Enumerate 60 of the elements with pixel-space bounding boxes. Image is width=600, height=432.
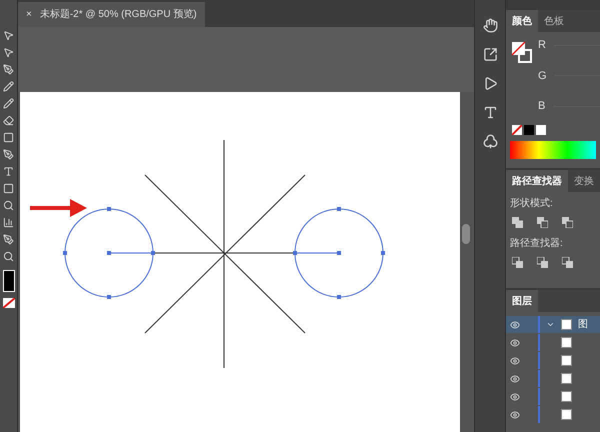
layer-thumbnail <box>561 373 572 384</box>
type-icon[interactable] <box>482 105 498 120</box>
section-label: 路径查找器: <box>509 236 564 251</box>
document-title: 未标题-2* @ 50% (RGB/GPU 预览) <box>40 8 197 22</box>
fill-stroke-swatch[interactable] <box>2 270 14 292</box>
eye-icon[interactable] <box>510 338 520 348</box>
layer-thumbnail <box>561 391 572 402</box>
panel-tab[interactable]: 颜色 <box>506 10 538 32</box>
panel-tab[interactable]: 图层 <box>506 290 538 312</box>
play-icon[interactable] <box>482 76 498 91</box>
layer-name: 图 <box>578 318 588 332</box>
tool-icon[interactable] <box>3 251 14 262</box>
pathfinder-icon[interactable] <box>562 257 573 268</box>
none-swatch-icon[interactable] <box>512 124 522 134</box>
tool-icon[interactable] <box>3 200 14 211</box>
shape-mode-icon[interactable] <box>537 217 548 228</box>
export-icon[interactable] <box>482 47 498 62</box>
shape-mode-icon[interactable] <box>562 217 573 228</box>
eye-icon[interactable] <box>510 356 520 366</box>
tool-icon[interactable] <box>3 30 14 41</box>
tool-icon[interactable] <box>3 64 14 75</box>
hand-icon[interactable] <box>482 18 498 33</box>
section-label: 形状模式: <box>509 196 554 211</box>
tool-icon[interactable] <box>3 115 14 126</box>
layer-thumbnail <box>561 319 572 330</box>
shape-mode-icon[interactable] <box>512 217 523 228</box>
layer-row[interactable]: 图 <box>506 316 600 333</box>
club-icon[interactable] <box>482 134 498 149</box>
tool-icon[interactable] <box>3 132 14 143</box>
eye-icon[interactable] <box>510 410 520 420</box>
document-tab[interactable]: × 未标题-2* @ 50% (RGB/GPU 预览) <box>18 2 205 27</box>
layer-thumbnail <box>561 355 572 366</box>
arrow-icon <box>30 199 87 217</box>
color-spectrum[interactable] <box>510 140 596 158</box>
eye-icon[interactable] <box>510 320 520 330</box>
color-swatch[interactable] <box>536 124 546 134</box>
tool-icon[interactable] <box>3 98 14 109</box>
tool-icon[interactable] <box>3 81 14 92</box>
channel-label: G <box>538 68 547 84</box>
tool-icon[interactable] <box>3 217 14 228</box>
color-swatch[interactable] <box>524 124 534 134</box>
tool-icon[interactable] <box>3 183 14 194</box>
close-button[interactable]: × <box>26 7 32 22</box>
eye-icon[interactable] <box>510 392 520 402</box>
pathfinder-icon[interactable] <box>512 257 523 268</box>
none-swatch-icon[interactable] <box>2 298 14 308</box>
panel-tab[interactable]: 路径查找器 <box>506 170 568 192</box>
layer-thumbnail <box>561 337 572 348</box>
tool-icon[interactable] <box>3 234 14 245</box>
eye-icon[interactable] <box>510 374 520 384</box>
pathfinder-icon[interactable] <box>537 257 548 268</box>
tool-icon[interactable] <box>3 149 14 160</box>
channel-label: B <box>538 99 546 114</box>
layer-thumbnail <box>561 409 572 420</box>
scrollbar-thumb[interactable] <box>462 224 470 244</box>
fill-stroke-icon[interactable] <box>511 40 533 64</box>
tool-icon[interactable] <box>3 166 14 177</box>
chevron-icon[interactable] <box>546 320 555 329</box>
channel-label: R <box>538 38 546 53</box>
tool-icon[interactable] <box>3 47 14 58</box>
